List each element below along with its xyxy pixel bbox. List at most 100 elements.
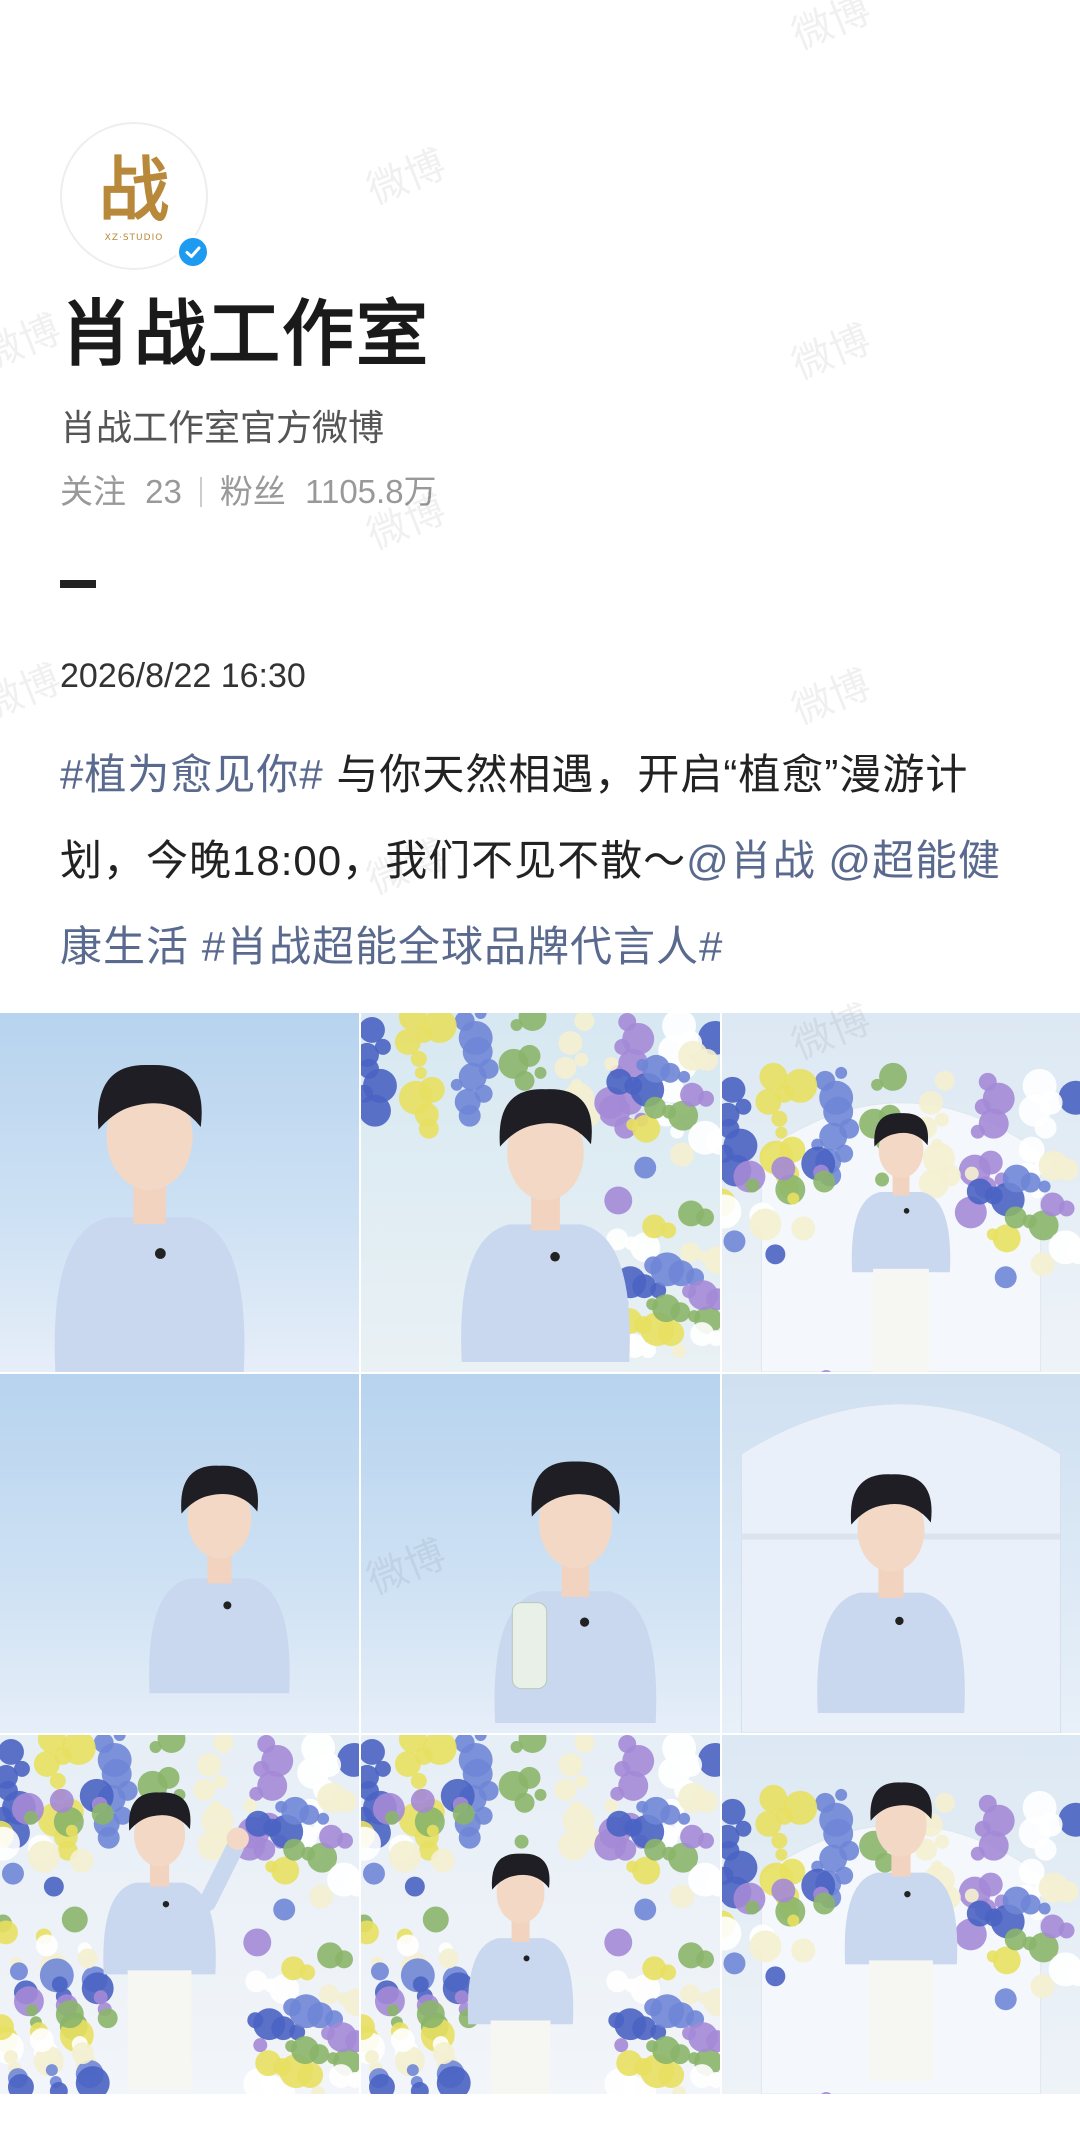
flower-shape [1004,1206,1027,1229]
flower-shape [474,1013,487,1019]
person-shirt [54,1217,245,1372]
person-shirt [103,1882,216,1975]
flower-shape [680,1082,705,1107]
flower-shape [374,1038,391,1055]
flower-shape [636,1058,649,1071]
flower-shape [680,1242,701,1263]
photo-standing-right[interactable] [722,1735,1080,2094]
flower-shape [1038,1872,1069,1903]
flower-shape [386,2004,399,2017]
flower-shape [994,1988,1017,2011]
photo-illustration [361,1735,720,2094]
flower-shape [283,1838,306,1861]
flower-shape [518,1735,547,1753]
flower-shape [722,1916,742,1951]
flower-shape [574,1774,589,1789]
followers-count: 1105.8万 [305,473,437,510]
microphone-icon [579,1617,590,1627]
flower-shape [113,1735,126,1741]
flower-shape [69,1848,94,1873]
flower-shape [45,2064,58,2077]
flower-shape [454,1990,469,2005]
flower-shape [745,1900,760,1915]
flower-shape [606,1970,629,1993]
flower-shape [452,1802,475,1825]
flower-shape [410,1772,427,1789]
flower-shape [690,2064,715,2089]
flower-shape [49,1772,66,1789]
flower-shape [23,1810,38,1825]
flower-shape [412,1976,429,1993]
hashtag-link[interactable]: #植为愈见你# [60,751,324,798]
flower-shape [117,1780,138,1801]
photo-portrait-closeup[interactable] [0,1013,359,1372]
flower-shape [0,1738,24,1765]
followers-label: 粉丝 [219,473,286,510]
flower-shape [534,1066,547,1079]
microphone-icon [154,1248,166,1259]
flower-shape [879,1062,907,1091]
following-stat[interactable]: 关注 23 [60,468,182,516]
flower-shape [319,1824,344,1849]
flower-shape [813,1170,836,1193]
photo-waving[interactable] [0,1735,359,2094]
flower-shape [672,1344,687,1359]
photo-standing-flower-arch[interactable] [722,1013,1080,1372]
flower-shape [319,1984,340,2005]
section-divider [60,580,96,588]
flower-shape [281,1956,306,1981]
photo-illustration [722,1782,1080,2094]
flower-shape [514,1070,535,1091]
flower-shape [410,1050,427,1067]
flower-shape [771,1110,788,1127]
flower-shape [426,1824,439,1837]
flower-shape [1040,1914,1065,1939]
microphone-icon [523,1955,530,1962]
svg-text:战: 战 [99,148,169,231]
flower-shape [364,2050,379,2065]
flower-shape [113,1806,132,1825]
flower-shape [213,1735,234,1753]
microphone-icon [162,1900,170,1908]
flower-shape [934,1792,955,1813]
flower-shape [636,1800,649,1813]
flower-shape [337,1742,359,1777]
photo-portrait-flowers[interactable] [361,1013,720,1372]
photo-looking-down[interactable] [361,1735,720,2094]
flower-shape [384,1810,399,1825]
photo-illustration [149,1465,290,1694]
flower-shape [414,1102,439,1127]
flower-shape [283,1998,302,2017]
hashtag-link[interactable]: #肖战超能全球品牌代言人# [202,923,724,970]
person-shirt [817,1592,965,1714]
photo-shelf-smiling[interactable] [722,1374,1080,1733]
flower-shape [682,1284,697,1299]
flower-shape [438,1948,459,1969]
post-timestamp: 2026/8/22 16:30 [60,657,306,695]
following-count: 23 [145,473,182,510]
flower-shape [678,1782,709,1813]
flower-shape [783,1068,818,1103]
flower-shape [574,1013,595,1031]
mention-link[interactable]: @肖战 [686,837,816,884]
microphone-icon [903,1208,910,1214]
following-label: 关注 [60,473,126,510]
flower-shape [644,1838,667,1861]
flower-shape [1040,1192,1065,1217]
photo-leaning-pouring[interactable] [0,1374,359,1733]
flower-shape [1002,1164,1031,1193]
flower-shape [749,1208,782,1241]
flower-shape [247,2012,264,2029]
flower-shape [65,1824,78,1837]
photo-illustration [740,1403,1062,1733]
followers-stat[interactable]: 粉丝 1105.8万 [220,468,437,516]
flower-shape [646,1298,659,1311]
flower-shape [474,1084,493,1103]
flower-shape [626,1860,639,1873]
flower-shape [644,1998,663,2017]
photo-holding-bottle[interactable] [361,1374,720,1733]
photo-illustration [361,1013,720,1363]
profile-name[interactable]: 肖战工作室 [60,290,430,380]
flower-shape [644,1096,667,1119]
photo-illustration [0,1735,359,2094]
